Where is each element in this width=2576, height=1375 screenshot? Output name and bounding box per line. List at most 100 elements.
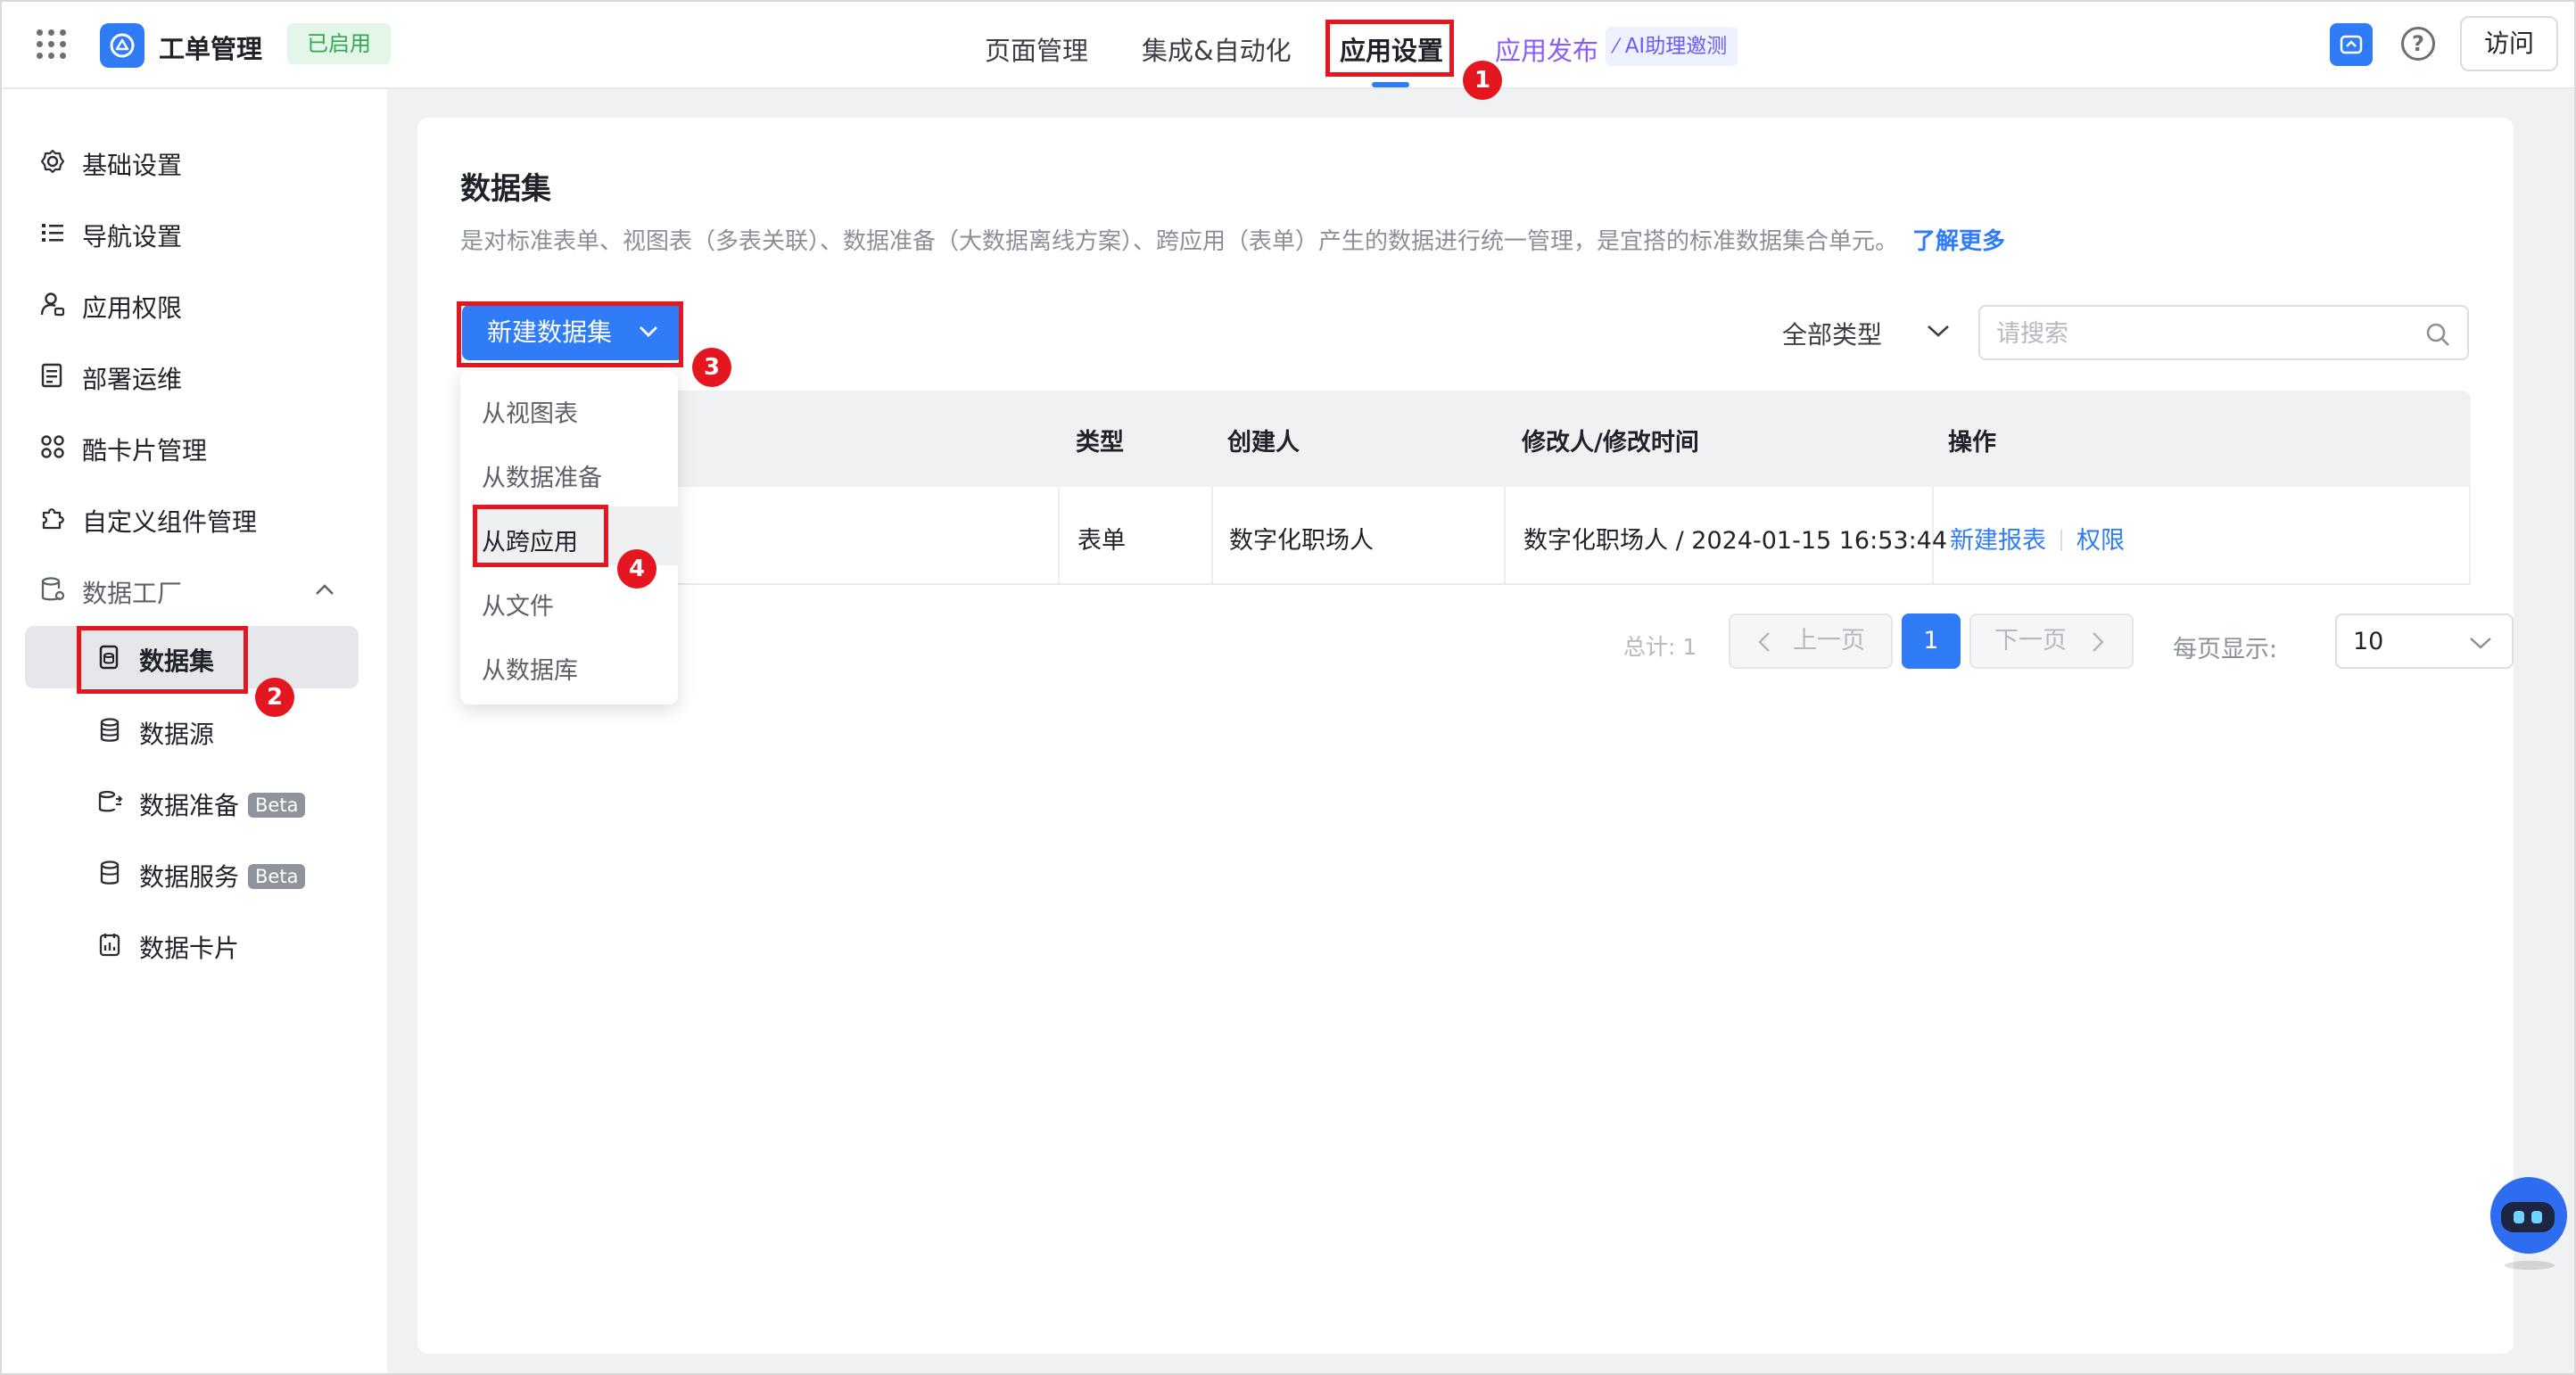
current-page-button[interactable]: 1 xyxy=(1902,613,1961,669)
robot-eye xyxy=(2514,1211,2524,1223)
page-description: 是对标准表单、视图表（多表关联）、数据准备（大数据离线方案）、跨应用（表单）产生… xyxy=(460,223,2005,256)
sidebar-item-label: 应用权限 xyxy=(82,293,183,323)
new-report-link[interactable]: 新建报表 xyxy=(1950,527,2046,555)
prev-page-button[interactable]: 上一页 xyxy=(1729,613,1893,669)
beta-badge: Beta xyxy=(248,864,306,889)
type-filter-select[interactable]: 全部类型 xyxy=(1782,316,1882,351)
next-page-button[interactable]: 下一页 xyxy=(1969,613,2134,669)
sidebar-item-data-cards[interactable]: 数据卡片 xyxy=(2,913,387,976)
app-logo-icon xyxy=(100,23,144,68)
database-icon xyxy=(100,718,120,742)
robot-eye xyxy=(2531,1211,2542,1223)
search-icon[interactable] xyxy=(2424,321,2451,348)
tab-page-management[interactable]: 页面管理 xyxy=(985,30,1088,68)
sidebar: 基础设置 导航设置 应用权限 部署运维 酷卡片管理 自定义组件管理 数据工厂 数… xyxy=(2,89,387,1373)
user-lock-icon xyxy=(40,292,65,317)
label-text: 数据准备 xyxy=(139,791,240,820)
annotation-box-app-settings xyxy=(1325,20,1454,77)
app-launcher-icon[interactable] xyxy=(36,29,68,61)
sidebar-item-label: 数据服务 Beta xyxy=(139,858,306,893)
data-service-icon xyxy=(100,860,120,885)
column-divider xyxy=(1504,487,1506,583)
app-title: 工单管理 xyxy=(159,34,263,64)
column-divider xyxy=(1211,487,1213,583)
per-page-select[interactable]: 10 xyxy=(2335,613,2514,669)
sidebar-item-nav-settings[interactable]: 导航设置 xyxy=(2,202,387,264)
chevron-down-icon[interactable] xyxy=(1927,323,1950,339)
column-header-actions: 操作 xyxy=(1948,429,1996,457)
sidebar-item-label: 数据准备 Beta xyxy=(139,786,306,822)
sidebar-item-deploy-ops[interactable]: 部署运维 xyxy=(2,344,387,407)
sidebar-item-datasources[interactable]: 数据源 xyxy=(2,699,387,762)
ai-assistant-badge[interactable]: ⁄ AI助理邀测 xyxy=(1606,27,1738,66)
description-text: 是对标准表单、视图表（多表关联）、数据准备（大数据离线方案）、跨应用（表单）产生… xyxy=(460,228,1899,255)
menu-item-from-file[interactable]: 从文件 xyxy=(482,587,554,622)
sidebar-item-data-prep[interactable]: 数据准备 Beta xyxy=(2,770,387,833)
annotation-step-1: 1 xyxy=(1463,61,1502,100)
sidebar-item-basic-settings[interactable]: 基础设置 xyxy=(2,130,387,193)
chevron-right-icon xyxy=(2093,632,2104,652)
cell-modified: 数字化职场人 / 2024-01-15 16:53:44 xyxy=(1523,527,1948,555)
list-icon xyxy=(42,224,63,242)
ai-badge-label: AI助理邀测 xyxy=(1624,35,1728,58)
robot-face xyxy=(2501,1202,2555,1232)
puzzle-icon xyxy=(42,508,64,530)
chevron-up-icon[interactable] xyxy=(314,580,335,601)
menu-item-from-database[interactable]: 从数据库 xyxy=(482,651,578,686)
search-box xyxy=(1978,305,2469,360)
search-input[interactable] xyxy=(1996,316,2407,351)
menu-item-from-view-table[interactable]: 从视图表 xyxy=(482,394,578,429)
status-badge: 已启用 xyxy=(287,23,391,64)
top-bar: 工单管理 已启用 页面管理 集成&自动化 应用设置 应用发布 ⁄ AI助理邀测 ?… xyxy=(2,2,2574,89)
share-icon[interactable] xyxy=(2330,23,2373,66)
document-icon xyxy=(41,363,62,388)
annotation-box-new-dataset xyxy=(457,301,683,367)
data-prep-icon xyxy=(98,790,123,812)
gear-icon xyxy=(40,149,65,174)
per-page-label: 每页显示: xyxy=(2173,636,2278,663)
tab-integration-automation[interactable]: 集成&自动化 xyxy=(1142,30,1292,68)
sidebar-group-data-factory[interactable]: 数据工厂 xyxy=(2,558,387,621)
assistant-robot-icon[interactable] xyxy=(2487,1173,2567,1272)
robot-shadow xyxy=(2505,1261,2555,1270)
cell-type: 表单 xyxy=(1077,527,1126,555)
sidebar-item-label: 基础设置 xyxy=(82,151,183,180)
pagination-total: 总计: 1 xyxy=(1623,634,1697,660)
learn-more-link[interactable]: 了解更多 xyxy=(1912,228,2005,255)
action-divider xyxy=(2060,530,2062,551)
table-row[interactable]: 表单 数字化职场人 数字化职场人 / 2024-01-15 16:53:44 新… xyxy=(460,487,2471,585)
grid-icon xyxy=(41,435,64,458)
database-gear-icon xyxy=(41,577,65,601)
next-page-label: 下一页 xyxy=(1994,627,2067,655)
beta-badge: Beta xyxy=(248,793,306,818)
page-title: 数据集 xyxy=(460,171,551,207)
sidebar-item-label: 数据工厂 xyxy=(82,579,183,608)
column-divider xyxy=(1058,487,1060,583)
prev-page-label: 上一页 xyxy=(1793,627,1865,655)
active-tab-indicator xyxy=(1372,82,1409,87)
chevron-down-icon xyxy=(2470,638,2491,649)
help-icon[interactable]: ? xyxy=(2401,27,2435,61)
annotation-box-cross-app xyxy=(473,505,608,567)
sidebar-item-data-service[interactable]: 数据服务 Beta xyxy=(2,842,387,904)
sidebar-item-label: 自定义组件管理 xyxy=(82,507,258,537)
tab-app-publish[interactable]: 应用发布 xyxy=(1495,30,1598,68)
cell-creator: 数字化职场人 xyxy=(1229,527,1374,555)
annotation-step-2: 2 xyxy=(255,678,294,717)
robot-head xyxy=(2490,1177,2567,1254)
app-window: 工单管理 已启用 页面管理 集成&自动化 应用设置 应用发布 ⁄ AI助理邀测 ?… xyxy=(0,0,2576,1375)
annotation-step-4: 4 xyxy=(617,549,656,589)
sidebar-item-cool-cards[interactable]: 酷卡片管理 xyxy=(2,416,387,478)
data-card-icon xyxy=(99,934,120,957)
annotation-step-3: 3 xyxy=(692,348,731,387)
menu-item-from-data-prep[interactable]: 从数据准备 xyxy=(482,458,602,493)
visit-button[interactable]: 访问 xyxy=(2460,16,2558,71)
sidebar-item-label: 部署运维 xyxy=(82,365,183,394)
wand-icon: ⁄ xyxy=(1614,36,1618,58)
sidebar-item-custom-components[interactable]: 自定义组件管理 xyxy=(2,487,387,549)
sidebar-item-label: 导航设置 xyxy=(82,222,183,251)
permission-link[interactable]: 权限 xyxy=(2076,527,2125,555)
main-panel: 数据集 是对标准表单、视图表（多表关联）、数据准备（大数据离线方案）、跨应用（表… xyxy=(417,118,2514,1354)
dataset-table: 类型 创建人 修改人/修改时间 操作 表单 数字化职场人 数字化职场人 / 20… xyxy=(460,391,2471,585)
sidebar-item-app-permissions[interactable]: 应用权限 xyxy=(2,273,387,335)
